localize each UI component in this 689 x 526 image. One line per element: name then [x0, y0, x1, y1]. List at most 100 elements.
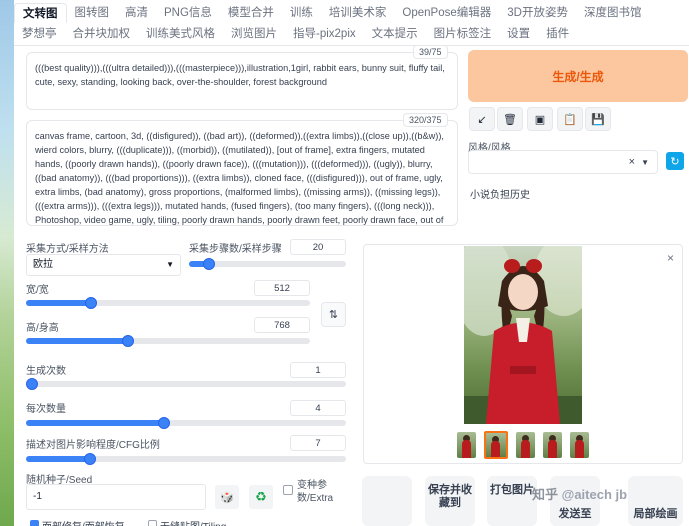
- height-slider-fill: [26, 338, 128, 344]
- steps-slider[interactable]: [189, 258, 346, 270]
- width-slider-thumb[interactable]: [85, 297, 97, 309]
- negative-token-counter: 320/375: [403, 113, 448, 127]
- batch-size-slider-thumb[interactable]: [158, 417, 170, 429]
- steps-slider-thumb[interactable]: [203, 258, 215, 270]
- extra-checkbox[interactable]: [283, 485, 293, 495]
- thumbnail-figure: [521, 440, 530, 458]
- clipboard-icon[interactable]: 📋: [557, 107, 583, 131]
- save-and-collect-button[interactable]: 保存并收藏到: [425, 476, 475, 526]
- tab-row1-2[interactable]: 高清: [117, 3, 156, 23]
- pack-images-button[interactable]: 打包图片: [487, 476, 537, 526]
- tab-row1-8[interactable]: 3D开放姿势: [499, 3, 576, 23]
- tiling-label: 无缝贴图/Tiling: [160, 518, 226, 526]
- tab-row1-3[interactable]: PNG信息: [156, 3, 220, 23]
- tab-row2-2[interactable]: 训练美式风格: [138, 24, 223, 44]
- positive-token-counter: 39/75: [413, 45, 448, 59]
- watermark-zh: 知乎: [532, 487, 559, 502]
- tab-row2-7[interactable]: 设置: [499, 24, 538, 44]
- card-icon[interactable]: ▣: [527, 107, 553, 131]
- trash-icon[interactable]: 🗑: [497, 107, 523, 131]
- arrow-icon[interactable]: ↙: [469, 107, 495, 131]
- thumbnail-strip: [457, 431, 589, 459]
- tab-row2-5[interactable]: 文本提示: [364, 24, 426, 44]
- positive-prompt-textarea[interactable]: (((best quality))),(((ultra detailed))),…: [26, 52, 458, 110]
- generated-image-art: [464, 246, 582, 424]
- cfg-input[interactable]: 7: [290, 435, 346, 451]
- styles-select[interactable]: × ▼: [468, 150, 658, 174]
- tab-row-1: 文转图 图转图 高清 PNG信息 模型合并 训练 培训美术家 OpenPose编辑器 3D开放姿…: [14, 2, 649, 24]
- height-slider[interactable]: [26, 335, 310, 347]
- chevron-down-icon: ▼: [166, 260, 174, 269]
- positive-prompt-text: (((best quality))),(((ultra detailed))),…: [35, 63, 445, 87]
- width-slider[interactable]: [26, 297, 310, 309]
- gallery-thumbnail[interactable]: [457, 432, 476, 458]
- batch-size-label: 每次数量: [26, 404, 66, 415]
- output-gallery: ×: [363, 244, 683, 464]
- batch-count-label: 生成次数: [26, 366, 66, 377]
- tab-row2-3[interactable]: 浏览图片: [223, 24, 285, 44]
- watermark: 知乎 @aitech jb: [532, 484, 627, 503]
- steps-input[interactable]: 20: [290, 239, 346, 255]
- batch-size-input[interactable]: 4: [290, 400, 346, 416]
- tab-row2-4[interactable]: 指导-pix2pix: [285, 24, 364, 44]
- background-left-strip: [0, 0, 14, 526]
- negative-prompt-text: canvas frame, cartoon, 3d, ((disfigured)…: [35, 131, 444, 225]
- thumbnail-figure: [462, 440, 471, 458]
- tab-row1-5[interactable]: 训练: [282, 3, 321, 23]
- width-input[interactable]: 512: [254, 280, 310, 296]
- tab-divider: [14, 45, 689, 46]
- batch-size-slider-fill: [26, 420, 164, 426]
- width-label: 宽/宽: [26, 285, 49, 296]
- close-icon[interactable]: ×: [667, 251, 674, 265]
- batch-count-slider[interactable]: [26, 378, 346, 390]
- sampler-label: 采集方式/采样方法: [26, 244, 109, 255]
- tab-row2-6[interactable]: 图片标签注: [426, 24, 500, 44]
- height-input[interactable]: 768: [254, 317, 310, 333]
- extra-label: 变种参数/Extra: [297, 480, 334, 504]
- watermark-handle: @aitech jb: [561, 487, 628, 502]
- tab-row2-0[interactable]: 梦想亭: [14, 24, 65, 44]
- thumbnail-figure: [575, 440, 584, 458]
- restore-faces-checkbox[interactable]: [30, 520, 39, 526]
- negative-prompt-textarea[interactable]: canvas frame, cartoon, 3d, ((disfigured)…: [26, 120, 458, 226]
- gallery-thumbnail[interactable]: [543, 432, 562, 458]
- history-label: 小说负担历史: [470, 190, 530, 201]
- tab-row1-7[interactable]: OpenPose编辑器: [394, 3, 499, 23]
- tab-row1-6[interactable]: 培训美术家: [321, 3, 395, 23]
- refresh-styles-button[interactable]: ↻: [666, 152, 684, 170]
- tab-row1-1[interactable]: 图转图: [67, 3, 118, 23]
- generate-button[interactable]: 生成/生成: [468, 50, 688, 102]
- sampler-value: 欧拉: [33, 259, 53, 270]
- batch-size-slider[interactable]: [26, 417, 346, 429]
- tab-row1-4[interactable]: 模型合并: [220, 3, 282, 23]
- clear-icon[interactable]: ×: [629, 156, 635, 168]
- tab-row1-0[interactable]: 文转图: [14, 3, 67, 23]
- save-icon[interactable]: 💾: [585, 107, 611, 131]
- tab-row2-1[interactable]: 合并块加权: [65, 24, 139, 44]
- cfg-slider[interactable]: [26, 453, 346, 465]
- batch-count-slider-thumb[interactable]: [26, 378, 38, 390]
- tab-row-2: 梦想亭 合并块加权 训练美式风格 浏览图片 指导-pix2pix 文本提示 图片标签注 设置插…: [14, 23, 577, 45]
- cfg-slider-fill: [26, 456, 90, 462]
- steps-label: 采集步骤数/采样步骤: [189, 244, 282, 255]
- sampler-select[interactable]: 欧拉 ▼: [26, 254, 181, 276]
- main-tab-bar: 文转图 图转图 高清 PNG信息 模型合并 训练 培训美术家 OpenPose编辑器 3D开放姿…: [14, 0, 689, 46]
- cfg-slider-thumb[interactable]: [84, 453, 96, 465]
- height-slider-thumb[interactable]: [122, 335, 134, 347]
- action-button-blank[interactable]: [362, 476, 412, 526]
- tab-row2-8[interactable]: 插件: [538, 24, 577, 44]
- generated-image[interactable]: [464, 246, 582, 424]
- batch-count-input[interactable]: 1: [290, 362, 346, 378]
- thumbnail-figure: [491, 441, 500, 457]
- recycle-icon[interactable]: ♻: [249, 485, 273, 509]
- inpaint-button[interactable]: 局部绘画: [628, 476, 683, 526]
- seed-input[interactable]: -1: [26, 484, 206, 510]
- gallery-thumbnail[interactable]: [516, 432, 535, 458]
- swap-dimensions-button[interactable]: ⇅: [321, 302, 346, 327]
- gallery-thumbnail[interactable]: [570, 432, 589, 458]
- gallery-thumbnail[interactable]: [484, 431, 508, 459]
- thumbnail-figure: [548, 440, 557, 458]
- dice-icon[interactable]: 🎲: [215, 485, 239, 509]
- tab-row1-9[interactable]: 深度图书馆: [576, 3, 650, 23]
- tiling-checkbox[interactable]: [148, 520, 157, 526]
